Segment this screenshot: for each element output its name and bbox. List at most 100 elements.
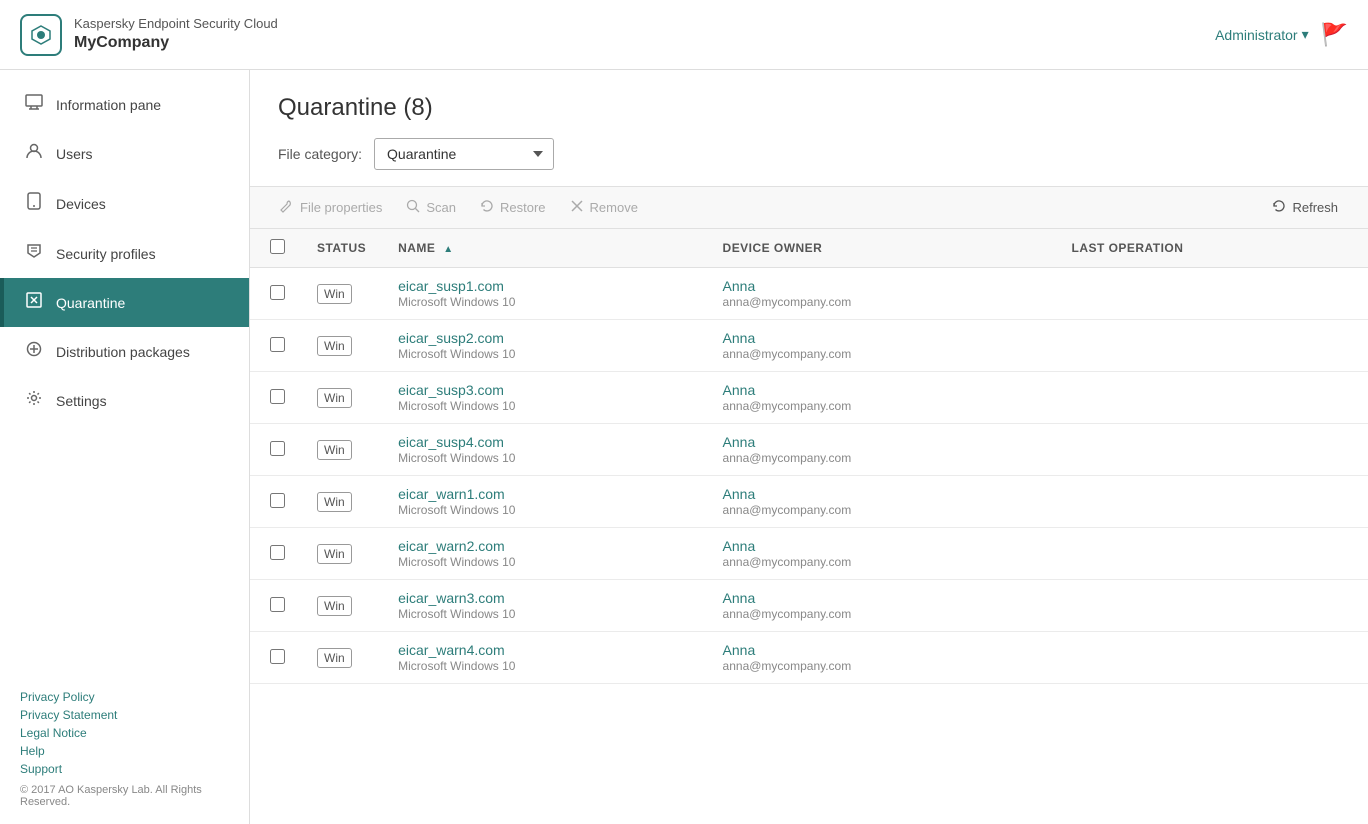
row-status-cell: Win	[301, 476, 382, 528]
row-owner-cell: Anna anna@mycompany.com	[707, 268, 1056, 320]
row-checkbox-6[interactable]	[270, 597, 285, 612]
owner-name-link[interactable]: Anna	[723, 330, 756, 346]
owner-email-label: anna@mycompany.com	[723, 295, 1040, 309]
sidebar-item-distribution-packages[interactable]: Distribution packages	[0, 327, 249, 376]
row-checkbox-1[interactable]	[270, 337, 285, 352]
file-category-select[interactable]: Quarantine Backup All	[374, 138, 554, 170]
os-badge: Win	[317, 492, 352, 512]
file-name-link[interactable]: eicar_warn4.com	[398, 642, 505, 658]
support-link[interactable]: Support	[20, 762, 229, 776]
quarantine-table: Status NAME ▲ Device owner Last operatio…	[250, 229, 1368, 684]
owner-name-link[interactable]: Anna	[723, 382, 756, 398]
scan-button[interactable]: Scan	[404, 195, 458, 220]
owner-email-label: anna@mycompany.com	[723, 451, 1040, 465]
sidebar-item-devices[interactable]: Devices	[0, 178, 249, 229]
row-checkbox-4[interactable]	[270, 493, 285, 508]
row-checkbox-0[interactable]	[270, 285, 285, 300]
row-owner-cell: Anna anna@mycompany.com	[707, 476, 1056, 528]
admin-dropdown[interactable]: Administrator ▾	[1215, 26, 1309, 43]
sidebar-item-security-profiles[interactable]: Security profiles	[0, 229, 249, 278]
row-owner-cell: Anna anna@mycompany.com	[707, 632, 1056, 684]
table-row: Win eicar_susp4.com Microsoft Windows 10…	[250, 424, 1368, 476]
flag-icon[interactable]: 🚩	[1321, 22, 1348, 48]
sidebar-label-distribution-packages: Distribution packages	[56, 344, 190, 360]
os-badge: Win	[317, 544, 352, 564]
help-link[interactable]: Help	[20, 744, 229, 758]
refresh-button[interactable]: Refresh	[1270, 195, 1340, 220]
app-name: Kaspersky Endpoint Security Cloud	[74, 16, 278, 33]
row-last-op-cell	[1056, 268, 1368, 320]
file-name-link[interactable]: eicar_susp2.com	[398, 330, 504, 346]
row-checkbox-3[interactable]	[270, 441, 285, 456]
owner-name-link[interactable]: Anna	[723, 434, 756, 450]
header-left: Kaspersky Endpoint Security Cloud MyComp…	[20, 14, 278, 56]
file-name-link[interactable]: eicar_warn3.com	[398, 590, 505, 606]
file-name-link[interactable]: eicar_warn1.com	[398, 486, 505, 502]
table-row: Win eicar_warn1.com Microsoft Windows 10…	[250, 476, 1368, 528]
row-last-op-cell	[1056, 320, 1368, 372]
row-name-cell: eicar_warn4.com Microsoft Windows 10	[382, 632, 706, 684]
sidebar-item-settings[interactable]: Settings	[0, 376, 249, 425]
row-name-cell: eicar_warn3.com Microsoft Windows 10	[382, 580, 706, 632]
file-name-link[interactable]: eicar_susp1.com	[398, 278, 504, 294]
filter-label: File category:	[278, 146, 362, 162]
table-row: Win eicar_susp3.com Microsoft Windows 10…	[250, 372, 1368, 424]
sidebar-item-users[interactable]: Users	[0, 129, 249, 178]
remove-button[interactable]: Remove	[568, 195, 640, 220]
check-all-header	[250, 229, 301, 268]
monitor-icon	[24, 94, 44, 115]
sidebar-label-settings: Settings	[56, 393, 107, 409]
table-container: Status NAME ▲ Device owner Last operatio…	[250, 229, 1368, 824]
row-status-cell: Win	[301, 528, 382, 580]
privacy-policy-link[interactable]: Privacy Policy	[20, 690, 229, 704]
header-title: Kaspersky Endpoint Security Cloud MyComp…	[74, 16, 278, 54]
owner-email-label: anna@mycompany.com	[723, 659, 1040, 673]
row-status-cell: Win	[301, 424, 382, 476]
privacy-statement-link[interactable]: Privacy Statement	[20, 708, 229, 722]
row-check-cell	[250, 320, 301, 372]
main-content: Quarantine (8) File category: Quarantine…	[250, 70, 1368, 824]
os-badge: Win	[317, 284, 352, 304]
sidebar-footer: Privacy Policy Privacy Statement Legal N…	[0, 674, 249, 824]
name-header[interactable]: NAME ▲	[382, 229, 706, 268]
remove-label: Remove	[590, 200, 638, 215]
row-checkbox-7[interactable]	[270, 649, 285, 664]
file-os-label: Microsoft Windows 10	[398, 555, 690, 569]
file-name-link[interactable]: eicar_warn2.com	[398, 538, 505, 554]
row-check-cell	[250, 424, 301, 476]
row-status-cell: Win	[301, 632, 382, 684]
distribution-icon	[24, 341, 44, 362]
row-checkbox-5[interactable]	[270, 545, 285, 560]
file-name-link[interactable]: eicar_susp3.com	[398, 382, 504, 398]
owner-name-link[interactable]: Anna	[723, 590, 756, 606]
owner-name-link[interactable]: Anna	[723, 642, 756, 658]
owner-name-link[interactable]: Anna	[723, 486, 756, 502]
legal-notice-link[interactable]: Legal Notice	[20, 726, 229, 740]
owner-name-link[interactable]: Anna	[723, 538, 756, 554]
restore-label: Restore	[500, 200, 546, 215]
row-owner-cell: Anna anna@mycompany.com	[707, 424, 1056, 476]
file-properties-label: File properties	[300, 200, 382, 215]
owner-name-link[interactable]: Anna	[723, 278, 756, 294]
device-icon	[24, 192, 44, 215]
check-all-checkbox[interactable]	[270, 239, 285, 254]
remove-icon	[570, 199, 584, 216]
owner-email-label: anna@mycompany.com	[723, 503, 1040, 517]
file-os-label: Microsoft Windows 10	[398, 347, 690, 361]
sidebar-item-quarantine[interactable]: Quarantine	[0, 278, 249, 327]
sidebar-nav: Information pane Users Devices Security …	[0, 70, 249, 425]
sidebar-label-devices: Devices	[56, 196, 106, 212]
row-last-op-cell	[1056, 632, 1368, 684]
file-properties-button[interactable]: File properties	[278, 195, 384, 220]
row-checkbox-2[interactable]	[270, 389, 285, 404]
table-row: Win eicar_susp1.com Microsoft Windows 10…	[250, 268, 1368, 320]
file-os-label: Microsoft Windows 10	[398, 659, 690, 673]
os-badge: Win	[317, 648, 352, 668]
restore-button[interactable]: Restore	[478, 195, 548, 220]
row-check-cell	[250, 632, 301, 684]
os-badge: Win	[317, 388, 352, 408]
file-name-link[interactable]: eicar_susp4.com	[398, 434, 504, 450]
filter-bar: File category: Quarantine Backup All	[250, 138, 1368, 186]
sidebar-item-information-pane[interactable]: Information pane	[0, 80, 249, 129]
os-badge: Win	[317, 440, 352, 460]
